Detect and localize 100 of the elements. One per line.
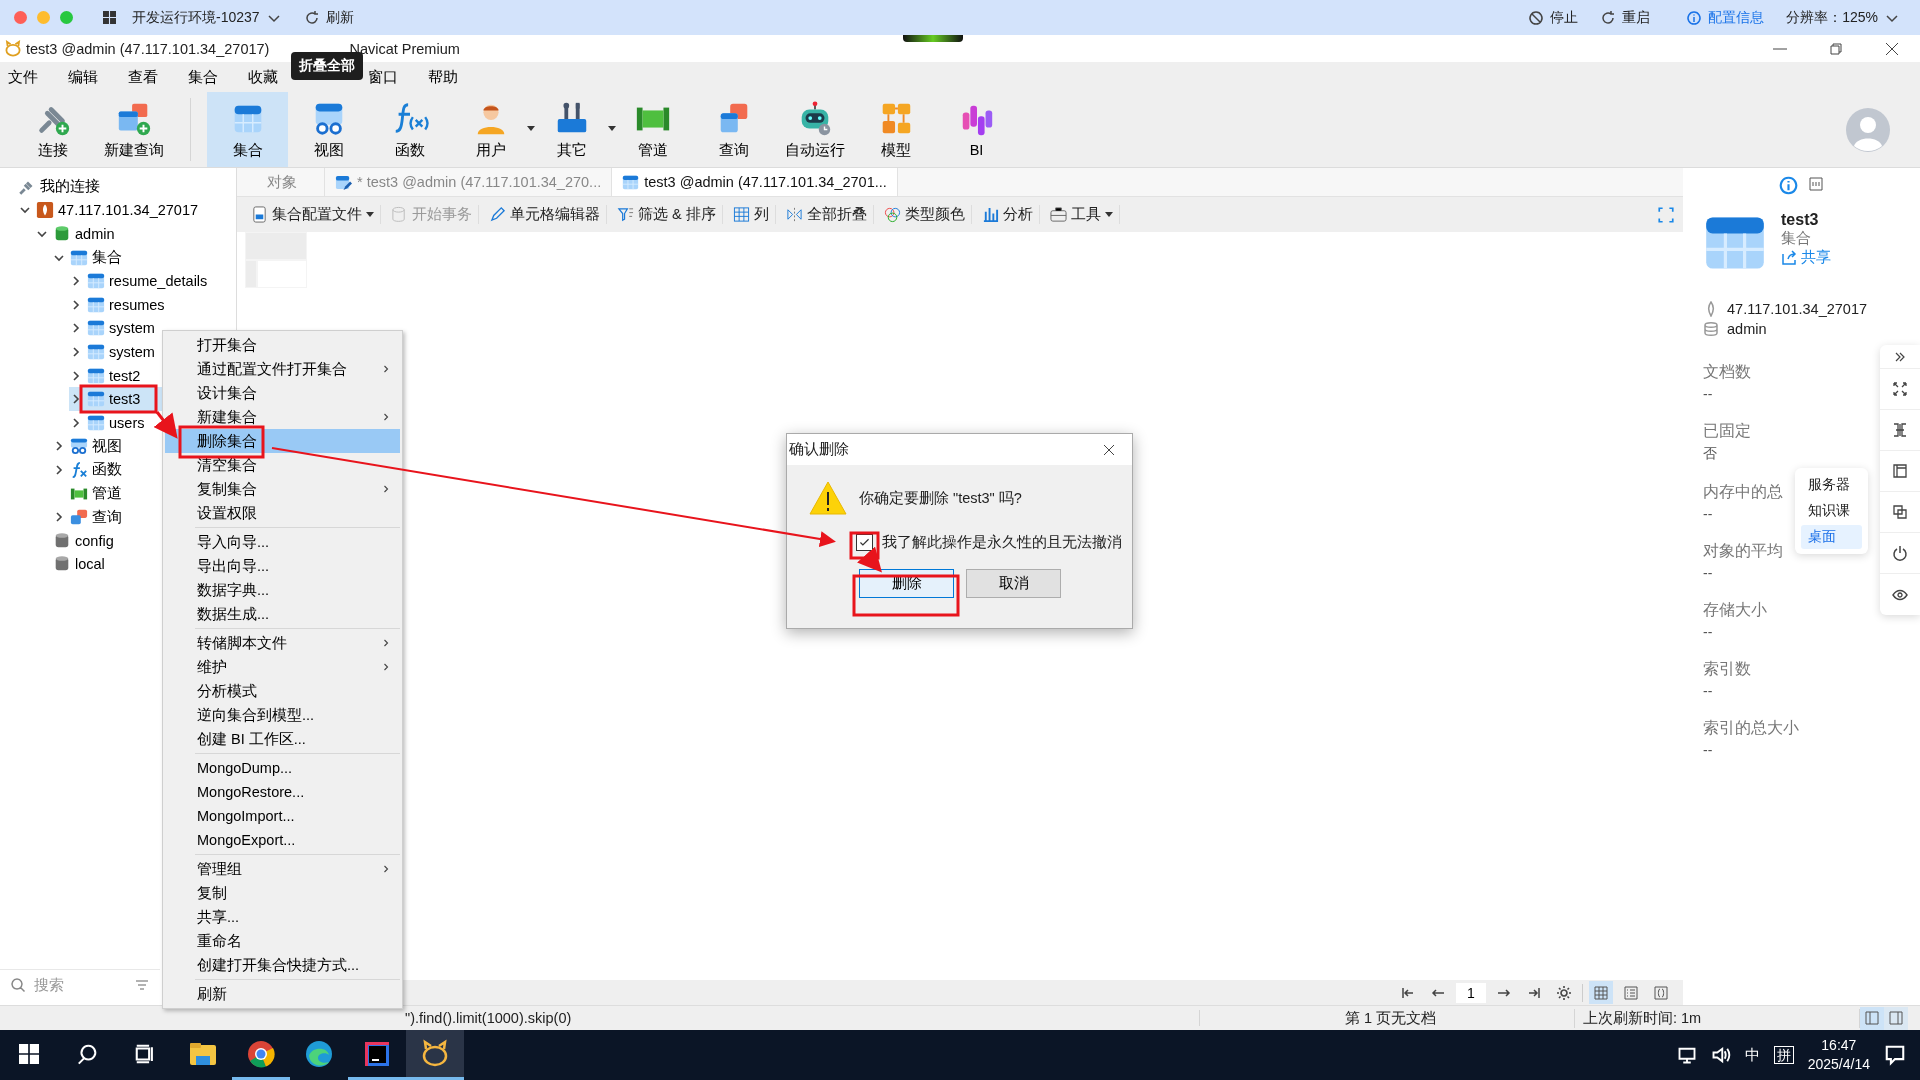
menu-item[interactable]: 清空集合 [165,453,400,477]
tree-item[interactable]: admin [35,222,236,246]
property-value: -- [1703,742,1713,758]
property-label: 对象的平均 [1703,541,1783,561]
toolbar-button[interactable]: 集合 [207,92,288,167]
property-label: 已固定 [1703,421,1751,441]
toolbar-button[interactable]: 管道 [612,92,693,167]
property-label: 文档数 [1703,362,1751,382]
menu-item[interactable]: 数据字典... [165,578,400,602]
database-name: admin [1727,321,1767,337]
menu-item[interactable]: 管理组 [165,857,400,881]
menu-item[interactable]: 数据生成... [165,602,400,626]
property-value: -- [1703,683,1713,699]
toolbar-button[interactable]: 集合配置文件 [245,205,381,224]
menu-item[interactable]: 查看 [128,67,188,87]
menu-item[interactable]: MongoExport... [165,828,400,852]
cancel-button[interactable]: 取消 [966,569,1061,598]
toolbar-button[interactable]: 单元格编辑器 [483,205,607,224]
toolbar-button[interactable]: 工具 [1043,205,1120,224]
tree-item[interactable]: 我的连接 [0,175,236,199]
menu-item[interactable]: 知识课 [1801,499,1862,523]
toolbar-button[interactable]: 筛选 & 排序 [611,205,723,224]
toolbar-button[interactable]: 自动运行 [774,92,855,167]
menu-item[interactable]: 桌面 [1801,525,1862,549]
toolbar-button[interactable]: 列 [726,205,776,224]
menu-item[interactable]: 帮助 [428,67,488,87]
menu-item[interactable]: 转储脚本文件 [165,631,400,655]
menu-item[interactable]: 共享... [165,905,400,929]
menu-item[interactable]: 维护 [165,655,400,679]
collection-type: 集合 [1781,229,1812,248]
status-page-info: 第 1 页无文档 [1200,1008,1575,1028]
clock-time: 16:47 [1821,1036,1857,1055]
menu-item[interactable]: 打开集合 [165,333,400,357]
menu-item[interactable]: 刷新 [165,982,400,1006]
menu-item[interactable]: 分析模式 [165,679,400,703]
property-value: -- [1703,506,1713,522]
stop-button[interactable]: 停止 [1522,8,1585,27]
menu-item[interactable]: 服务器 [1801,473,1862,497]
menu-item[interactable]: MongoImport... [165,804,400,828]
connection-name: 47.117.101.34_27017 [1727,301,1868,317]
collection-name: test3 [1781,211,1820,229]
page-field[interactable]: 1 [1456,982,1486,1003]
menu-item[interactable]: 窗口 [368,67,428,87]
dialog-title: 确认删除 [789,440,849,459]
toolbar-button[interactable]: 查询 [693,92,774,167]
menu-item[interactable]: 复制集合 [165,477,400,501]
ime-mode[interactable]: 拼 [1773,1046,1794,1064]
toolbar-button[interactable]: 新建查询 [93,92,174,167]
menu-item[interactable]: 文件 [8,67,68,87]
window-title: test3 @admin (47.117.101.34_27017) [26,40,270,57]
toolbar-button[interactable]: BI [936,92,1017,167]
clock-date: 2025/4/14 [1807,1055,1870,1074]
property-label: 内存中的总 [1703,482,1783,502]
config-info-button[interactable]: 配置信息 [1680,8,1771,27]
property-value: 否 [1703,445,1717,463]
menu-item[interactable]: 删除集合 [165,429,400,453]
confirm-checkbox[interactable]: 我了解此操作是永久性的且无法撤消 [856,533,1132,552]
dialog-message: 你确定要删除 "test3" 吗? [859,488,1022,508]
property-label: 索引数 [1703,659,1751,679]
toolbar-button[interactable]: 分析 [975,205,1040,224]
tree-item[interactable]: 47.117.101.34_27017 [18,198,236,223]
status-query: ").find().limit(1000).skip(0) [0,1010,1200,1026]
ime-indicator[interactable]: 中 [1744,1045,1760,1065]
environment-dropdown[interactable]: 开发运行环境-10237 [126,8,288,27]
toolbar-button[interactable]: 全部折叠 [779,205,874,224]
tooltip: 折叠全部 [291,52,363,80]
tree-item[interactable]: resumes [69,292,236,317]
toolbar-button[interactable]: 连接 [12,92,93,167]
toolbar-button[interactable]: 用户 [450,92,531,167]
restart-button[interactable]: 重启 [1594,8,1657,27]
property-label: 存储大小 [1703,600,1767,620]
menu-item[interactable]: 重命名 [165,929,400,953]
menu-item[interactable]: 设置权限 [165,501,400,525]
property-value: -- [1703,624,1713,640]
resolution-dropdown[interactable]: 分辨率：125% [1780,8,1906,27]
menu-item[interactable]: 通过配置文件打开集合 [165,357,400,381]
menu-item[interactable]: 集合 [188,67,248,87]
menu-item[interactable]: 导入向导... [165,530,400,554]
menu-item[interactable]: 导出向导... [165,554,400,578]
property-value: -- [1703,565,1713,581]
tree-item[interactable]: 集合 [52,245,236,270]
toolbar-button[interactable]: 类型颜色 [877,205,972,224]
tree-item[interactable]: resume_details [69,269,236,293]
tab[interactable]: test3 @admin (47.117.101.34_2701... [612,168,898,196]
refresh-button[interactable]: 刷新 [297,8,360,27]
menu-item[interactable]: MongoDump... [165,756,400,780]
search-field[interactable]: 搜索 [32,975,128,994]
menu-item[interactable]: MongoRestore... [165,780,400,804]
menu-item[interactable]: 创建 BI 工作区... [165,727,400,751]
toolbar-button[interactable]: 视图 [288,92,369,167]
share-link[interactable]: 共享 [1781,248,1831,267]
menu-item[interactable]: 创建打开集合快捷方式... [165,953,400,977]
property-value: -- [1703,386,1713,402]
menu-item[interactable]: 逆向集合到模型... [165,703,400,727]
menu-item[interactable]: 编辑 [68,67,128,87]
toolbar-button[interactable]: 其它 [531,92,612,167]
menu-item[interactable]: 复制 [165,881,400,905]
property-label: 索引的总大小 [1703,718,1799,738]
toolbar-button[interactable]: 模型 [855,92,936,167]
toolbar-button[interactable]: 函数 [369,92,450,167]
